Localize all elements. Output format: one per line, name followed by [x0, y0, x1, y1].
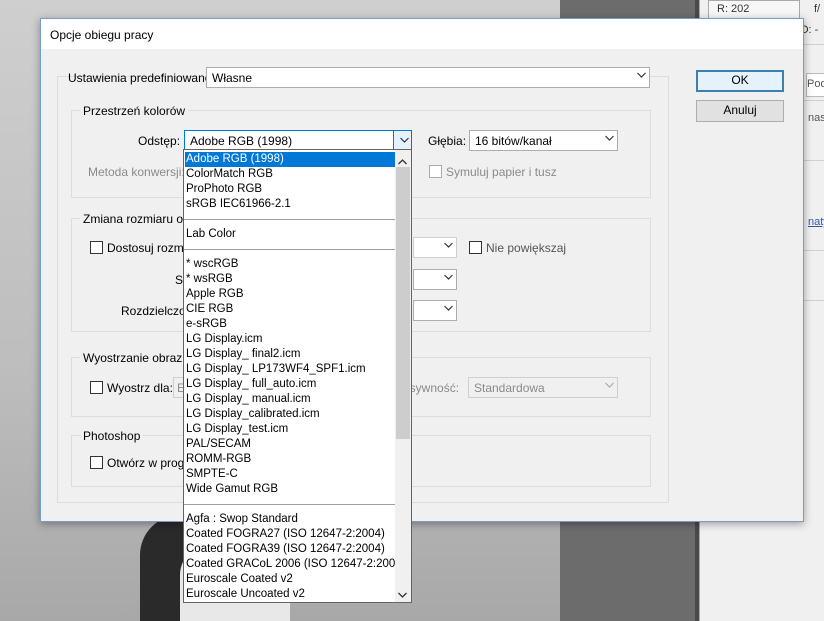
- depth-value: 16 bitów/kanał: [475, 134, 552, 148]
- dropdown-option[interactable]: LG Display.icm: [185, 332, 398, 347]
- preset-label: Ustawienia predefiniowane:: [68, 71, 215, 85]
- depth-select[interactable]: 16 bitów/kanał: [469, 130, 618, 151]
- dropdown-option[interactable]: sRGB IEC61966-2.1: [185, 197, 398, 212]
- dropdown-option[interactable]: Wide Gamut RGB: [185, 482, 398, 497]
- dropdown-option[interactable]: ROMM-RGB: [185, 452, 398, 467]
- sharpen-label: Wyostrz dla:: [107, 381, 173, 395]
- ok-button[interactable]: OK: [696, 70, 784, 92]
- dropdown-option[interactable]: Coated FOGRA27 (ISO 12647-2:2004): [185, 527, 398, 542]
- workflow-options-dialog: Opcje obiegu pracy Ustawienia predefinio…: [40, 18, 804, 522]
- dropdown-option[interactable]: Lab Color: [185, 227, 398, 242]
- dropdown-option[interactable]: * wsRGB: [185, 272, 398, 287]
- space-select-button[interactable]: [393, 131, 411, 150]
- size-label: S: [175, 273, 184, 287]
- background-nas-label: nas: [808, 112, 824, 124]
- open-in-label: Otwórz w progr: [107, 456, 189, 470]
- preset-select[interactable]: Własne: [206, 67, 650, 88]
- dropdown-option[interactable]: e-sRGB: [185, 317, 398, 332]
- color-space-dropdown-list: Adobe RGB (1998) ColorMatch RGB ProPhoto R…: [183, 149, 412, 603]
- dropdown-option[interactable]: Adobe RGB (1998): [185, 152, 398, 167]
- no-enlarge-checkbox[interactable]: [469, 241, 482, 254]
- background-aperture-readout: f/: [814, 3, 821, 15]
- space-select[interactable]: Adobe RGB (1998): [184, 130, 412, 151]
- background-r-readout: R: 202: [717, 3, 750, 15]
- dropdown-option[interactable]: ColorMatch RGB: [185, 167, 398, 182]
- chevron-down-icon: [605, 382, 614, 389]
- dropdown-scrollbar-thumb[interactable]: [396, 167, 410, 439]
- dropdown-option[interactable]: LG Display_ full_auto.icm: [185, 377, 398, 392]
- dropdown-option[interactable]: Apple RGB: [185, 287, 398, 302]
- dropdown-option[interactable]: Euroscale Coated v2: [185, 572, 398, 587]
- dropdown-option[interactable]: CIE RGB: [185, 302, 398, 317]
- chevron-down-icon: [637, 72, 646, 79]
- dropdown-option[interactable]: LG Display_ final2.icm: [185, 347, 398, 362]
- dropdown-scrollbar[interactable]: [395, 150, 411, 602]
- dialog-title-bar[interactable]: Opcje obiegu pracy: [41, 19, 803, 49]
- dropdown-separator: [184, 504, 396, 505]
- resolution-select[interactable]: [413, 300, 457, 321]
- chevron-down-icon: [400, 137, 409, 144]
- dropdown-option[interactable]: * wscRGB: [185, 257, 398, 272]
- fit-select[interactable]: [413, 237, 457, 258]
- dropdown-option[interactable]: Agfa : Swop Standard: [185, 512, 398, 527]
- dropdown-separator: [184, 219, 396, 220]
- dropdown-option[interactable]: LG Display_test.icm: [185, 422, 398, 437]
- size-select[interactable]: [413, 269, 457, 290]
- dropdown-option[interactable]: LG Display_calibrated.icm: [185, 407, 398, 422]
- chevron-down-icon: [444, 242, 453, 249]
- no-enlarge-label: Nie powiększaj: [486, 241, 567, 255]
- simulate-label: Symuluj papier i tusz: [446, 165, 557, 179]
- background-pod-label: Pod: [807, 78, 824, 90]
- color-space-legend: Przestrzeń kolorów: [80, 104, 189, 118]
- depth-label: Głębia:: [428, 134, 467, 148]
- dropdown-option[interactable]: Coated FOGRA39 (ISO 12647-2:2004): [185, 542, 398, 557]
- photoshop-legend: Photoshop: [80, 429, 144, 443]
- fit-checkbox[interactable]: [90, 241, 103, 254]
- conversion-label: Metoda konwersji:: [88, 165, 185, 179]
- sharpen-legend: Wyostrzanie obrazu: [80, 351, 192, 365]
- chevron-up-icon[interactable]: [398, 154, 407, 165]
- dropdown-option[interactable]: PAL/SECAM: [185, 437, 398, 452]
- simulate-checkbox[interactable]: [429, 165, 442, 178]
- dropdown-option[interactable]: Coated GRACoL 2006 (ISO 12647-2:2004): [185, 557, 406, 572]
- chevron-down-icon: [444, 274, 453, 281]
- sharpen-checkbox[interactable]: [90, 381, 103, 394]
- chevron-down-icon: [605, 135, 614, 142]
- dropdown-option[interactable]: SMPTE-C: [185, 467, 398, 482]
- amount-value: Standardowa: [474, 381, 545, 395]
- dropdown-option[interactable]: LG Display_ manual.icm: [185, 392, 398, 407]
- amount-select[interactable]: Standardowa: [468, 377, 618, 398]
- dropdown-option[interactable]: ProPhoto RGB: [185, 182, 398, 197]
- dialog-title: Opcje obiegu pracy: [50, 28, 154, 42]
- space-label: Odstęp:: [138, 134, 181, 148]
- chevron-down-icon: [444, 305, 453, 312]
- fit-label: Dostosuj rozmia: [107, 241, 194, 255]
- dropdown-separator: [184, 249, 396, 250]
- dropdown-option[interactable]: Euroscale Uncoated v2: [185, 587, 398, 602]
- dropdown-option[interactable]: LG Display_ LP173WF4_SPF1.icm: [185, 362, 398, 377]
- cancel-button[interactable]: Anuluj: [696, 100, 784, 122]
- space-value: Adobe RGB (1998): [190, 134, 293, 148]
- open-in-checkbox[interactable]: [90, 456, 103, 469]
- preset-value: Własne: [212, 71, 253, 85]
- background-naty-link[interactable]: naty: [808, 216, 824, 228]
- chevron-down-icon[interactable]: [398, 588, 407, 598]
